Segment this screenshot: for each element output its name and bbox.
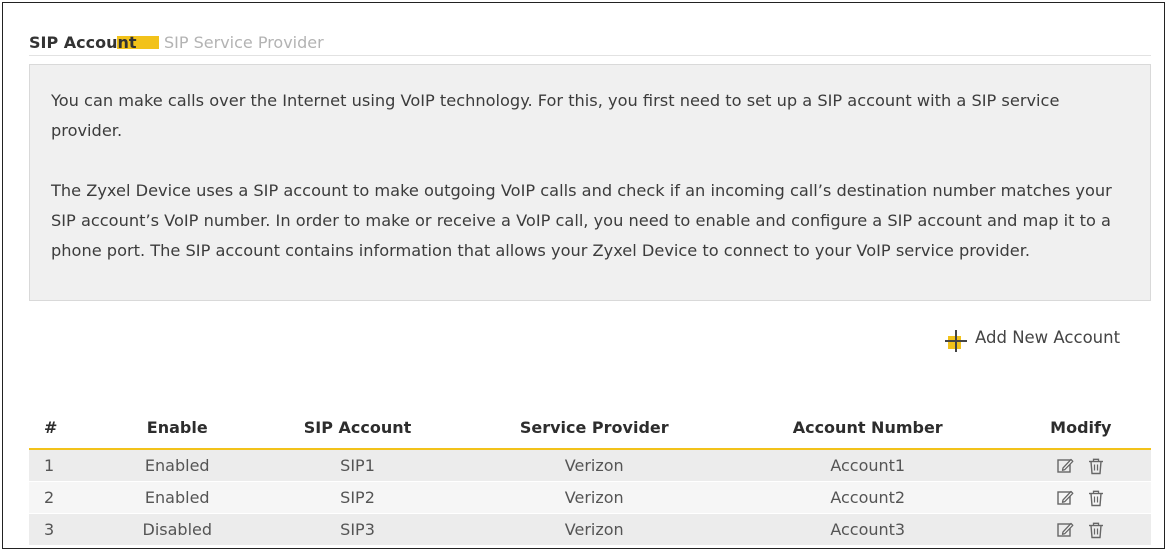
header-modify: Modify [1010,406,1151,450]
info-paragraph-2: The Zyxel Device uses a SIP account to m… [51,181,1112,260]
cell-num: 3 [29,513,104,546]
edit-icon[interactable] [1055,456,1075,476]
cell-service-provider: Verizon [463,481,725,514]
tab-bar: SIP Account SIP Service Provider [29,33,1151,56]
table-row: 3 Disabled SIP3 Verizon Account3 [29,513,1151,546]
add-new-account-label: Add New Account [975,328,1121,347]
delete-icon[interactable] [1086,488,1106,508]
cell-sip-account: SIP3 [251,513,464,546]
header-enable: Enable [103,406,252,450]
header-account-number: Account Number [724,406,1011,450]
tab-sip-service-provider[interactable]: SIP Service Provider [164,33,394,53]
cell-account-number: Account2 [724,481,1011,514]
header-service-provider: Service Provider [463,406,725,450]
cell-service-provider: Verizon [463,513,725,546]
header-sip-account: SIP Account [251,406,464,450]
cell-service-provider: Verizon [463,449,725,482]
table-row: 1 Enabled SIP1 Verizon Account1 [29,449,1151,482]
sip-account-panel: SIP Account SIP Service Provider You can… [2,2,1165,549]
edit-icon[interactable] [1055,488,1075,508]
cell-num: 1 [29,449,104,482]
cell-account-number: Account1 [724,449,1011,482]
sip-account-table: # Enable SIP Account Service Provider Ac… [29,406,1151,546]
cell-sip-account: SIP1 [251,449,464,482]
add-new-account-button[interactable]: Add New Account [943,323,1155,353]
cell-num: 2 [29,481,104,514]
table-header-row: # Enable SIP Account Service Provider Ac… [29,406,1151,450]
cell-modify [1010,449,1151,482]
info-paragraph-1: You can make calls over the Internet usi… [51,91,1060,140]
tab-sip-service-provider-label: SIP Service Provider [164,33,324,52]
cell-account-number: Account3 [724,513,1011,546]
cell-modify [1010,513,1151,546]
cell-enable: Enabled [103,481,252,514]
info-note: You can make calls over the Internet usi… [29,64,1151,301]
cell-modify [1010,481,1151,514]
cell-enable: Enabled [103,449,252,482]
tab-sip-account-label: SIP Account [29,33,137,52]
delete-icon[interactable] [1086,456,1106,476]
cell-enable: Disabled [103,513,252,546]
tab-sip-account[interactable]: SIP Account [29,33,159,53]
plus-icon [943,328,969,354]
header-num: # [29,406,104,450]
edit-icon[interactable] [1055,520,1075,540]
table-row: 2 Enabled SIP2 Verizon Account2 [29,481,1151,514]
delete-icon[interactable] [1086,520,1106,540]
cell-sip-account: SIP2 [251,481,464,514]
